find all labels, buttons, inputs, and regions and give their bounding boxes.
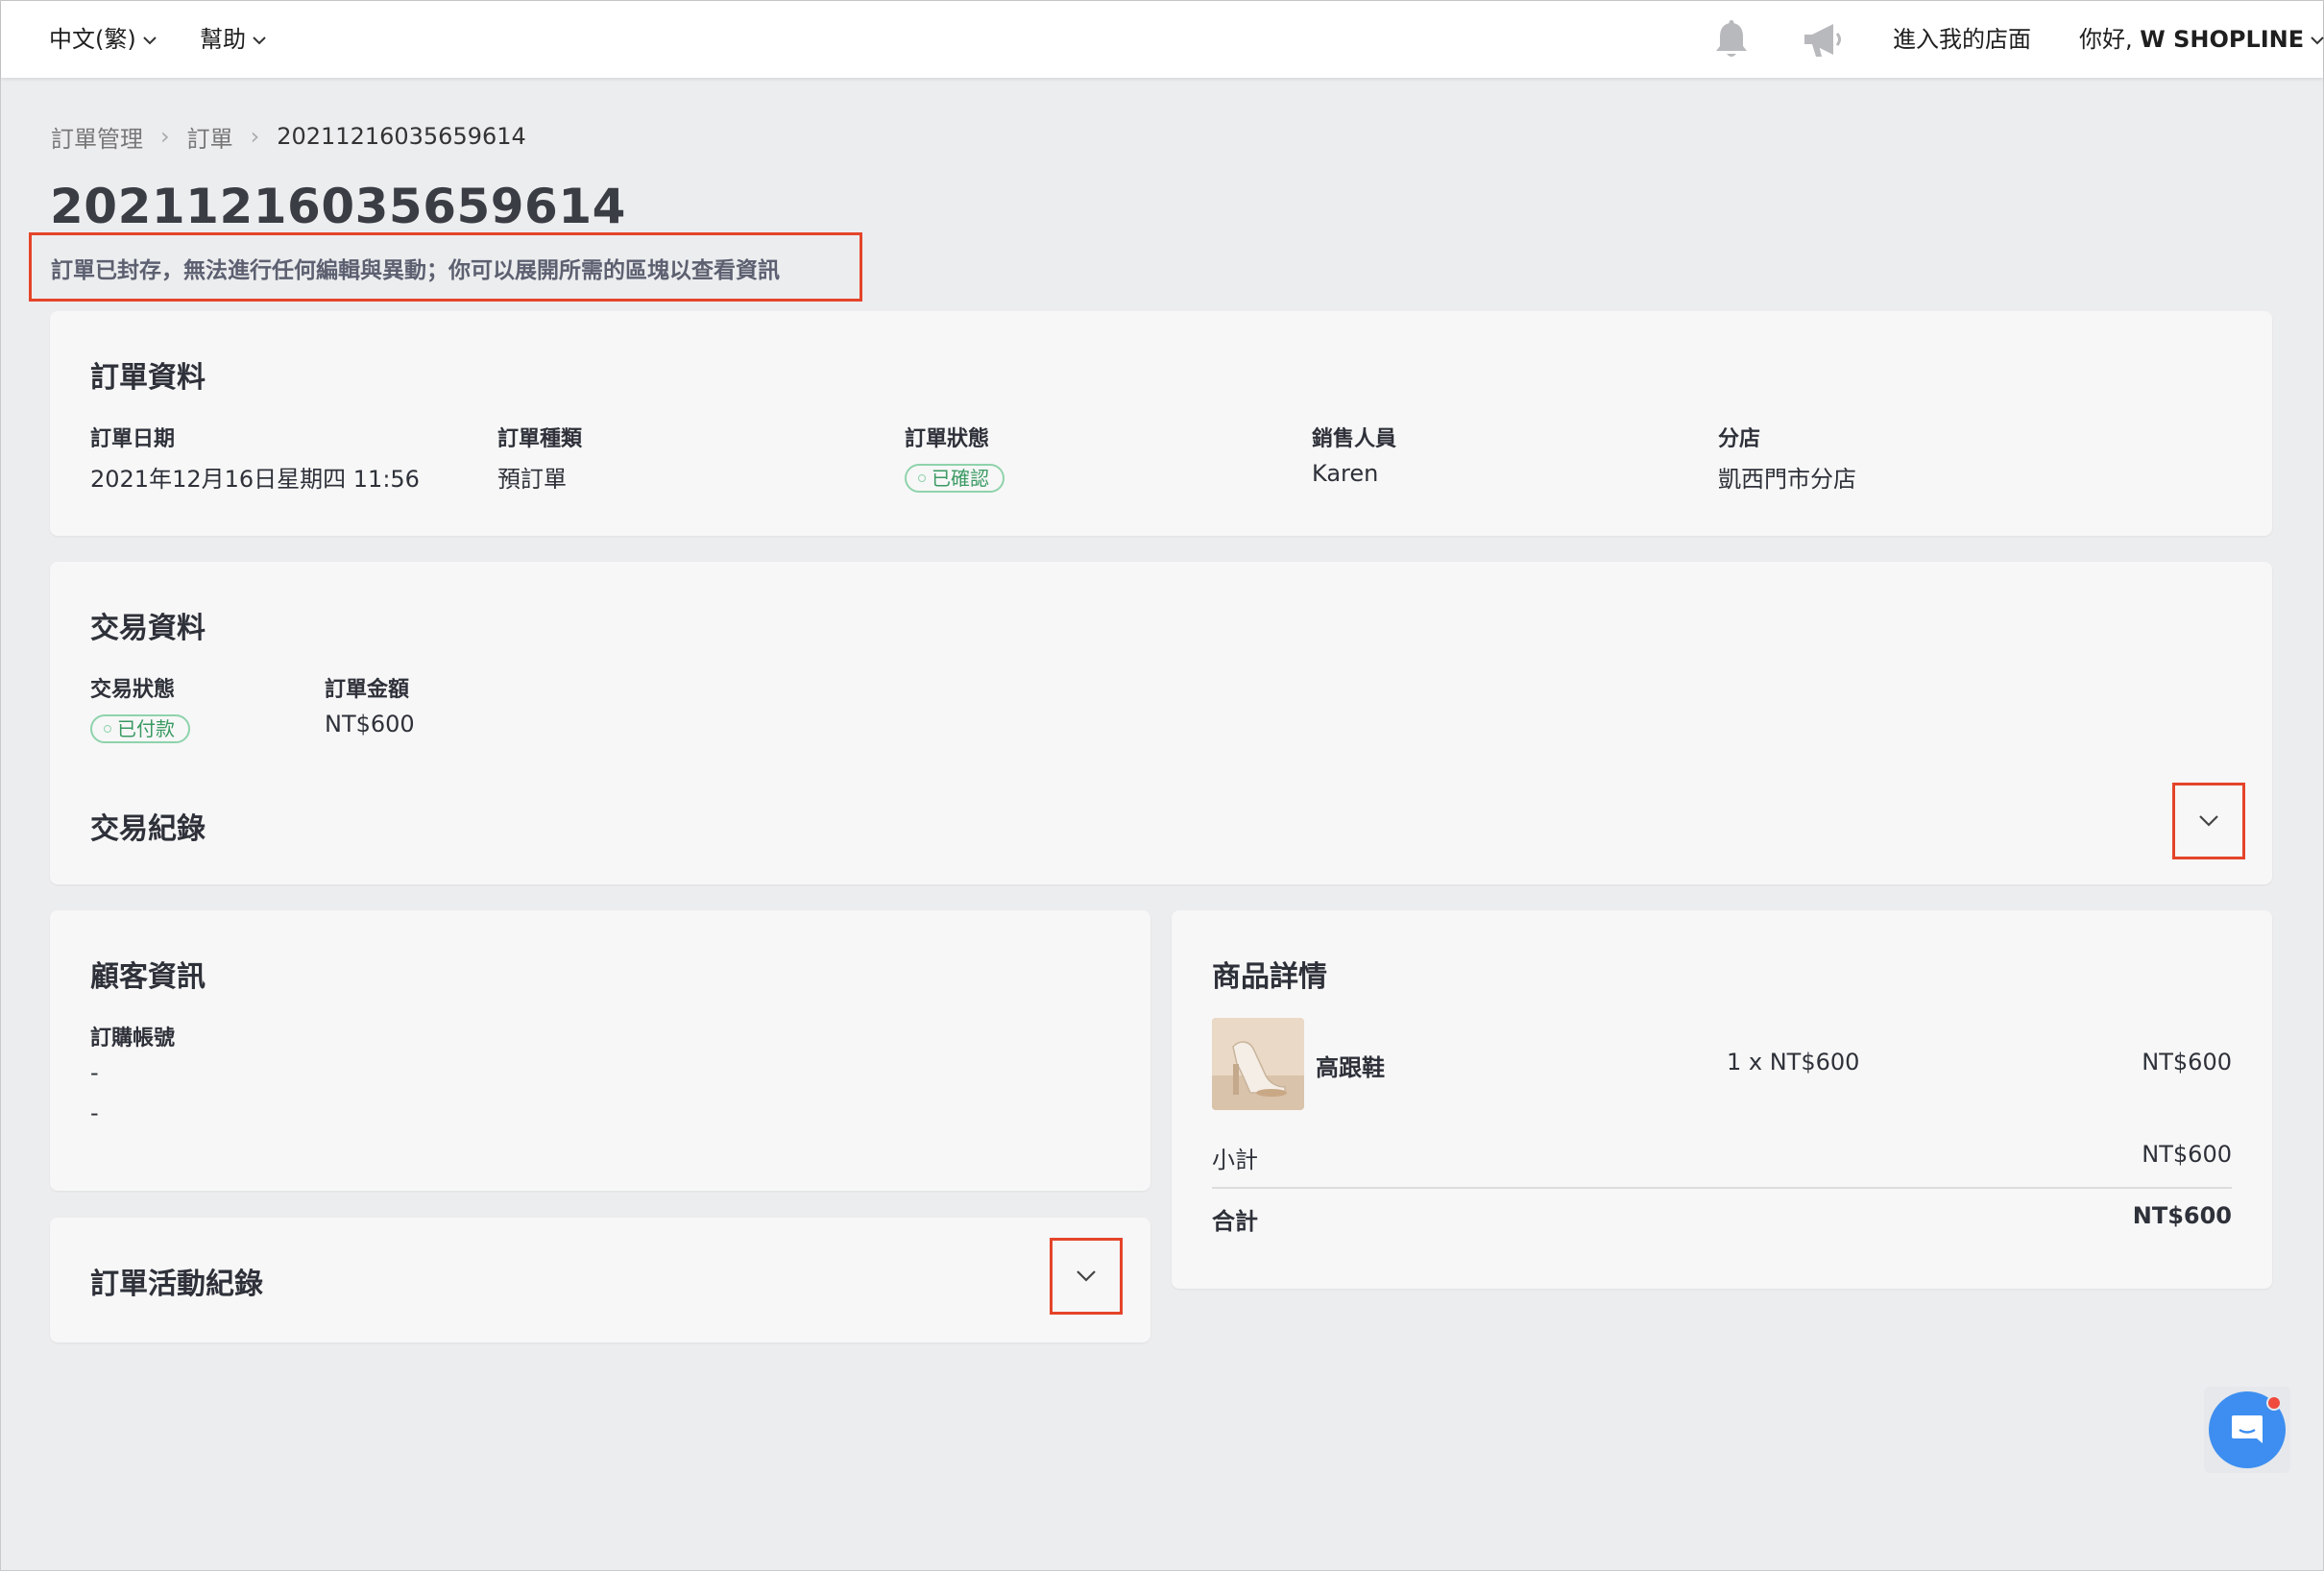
help-label: 幫助 [200, 26, 246, 53]
enter-store-link[interactable]: 進入我的店面 [1893, 22, 2031, 57]
product-line-total: NT$600 [2142, 1049, 2232, 1076]
product-qty-price: 1 x NT$600 [1727, 1049, 1860, 1076]
activity-log-expand-button[interactable] [1050, 1238, 1123, 1315]
order-status-label: 訂單狀態 [905, 427, 990, 451]
unread-dot [2266, 1395, 2282, 1411]
product-details-title: 商品詳情 [1212, 960, 1327, 994]
salesperson-value: Karen [1312, 460, 1379, 487]
greeting-text: 你好, [2079, 26, 2141, 53]
total-value: NT$600 [2132, 1202, 2232, 1229]
chat-icon [2232, 1415, 2263, 1443]
order-status-text: 已確認 [932, 467, 989, 490]
page-title: 20211216035659614 [50, 179, 626, 234]
status-dot-icon [918, 474, 926, 482]
customer-info-card: 顧客資訊 訂購帳號 - - [50, 910, 1150, 1191]
chat-launcher-button[interactable] [2204, 1387, 2290, 1473]
order-date-label: 訂單日期 [90, 427, 176, 451]
order-type-label: 訂單種類 [497, 427, 583, 451]
payment-status-text: 已付款 [117, 717, 175, 740]
transaction-info-card: 交易資料 交易狀態 已付款 訂單金額 NT$600 交易紀錄 [50, 562, 2272, 884]
order-status-badge: 已確認 [905, 464, 1005, 493]
customer-info-title: 顧客資訊 [90, 960, 206, 994]
transaction-info-title: 交易資料 [90, 612, 206, 645]
megaphone-icon[interactable] [1801, 18, 1845, 62]
total-label: 合計 [1212, 1208, 1258, 1235]
chevron-down-icon [143, 36, 157, 45]
product-name[interactable]: 高跟鞋 [1316, 1049, 1385, 1082]
subtotal-value: NT$600 [2142, 1141, 2232, 1168]
order-amount-label: 訂單金額 [325, 678, 410, 702]
user-name: W SHOPLINE [2140, 26, 2305, 53]
product-thumbnail[interactable] [1212, 1018, 1304, 1110]
order-info-title: 訂單資料 [90, 361, 206, 395]
transaction-log-title: 交易紀錄 [90, 812, 206, 846]
branch-label: 分店 [1718, 427, 1761, 451]
chevron-down-icon [2311, 36, 2324, 45]
order-type-value: 預訂單 [497, 466, 567, 493]
chevron-down-icon [1077, 1270, 1096, 1282]
breadcrumb: 訂單管理 › 訂單 › 20211216035659614 [51, 119, 526, 154]
archived-notice: 訂單已封存，無法進行任何編輯與異動；你可以展開所需的區塊以查看資訊 [51, 258, 780, 283]
help-menu[interactable]: 幫助 [200, 22, 267, 57]
branch-value: 凱西門市分店 [1718, 466, 1856, 493]
notification-bell-icon[interactable] [1709, 18, 1754, 62]
chevron-down-icon [253, 36, 266, 45]
account-label: 訂購帳號 [90, 1027, 176, 1051]
high-heel-image [1212, 1018, 1304, 1110]
top-navigation-bar: 中文(繁) 幫助 進入我的店面 你好, W SHOPLINE [1, 1, 2324, 78]
language-menu[interactable]: 中文(繁) [49, 22, 157, 57]
chat-bubble [2209, 1391, 2286, 1468]
subtotal-label: 小計 [1212, 1147, 1258, 1173]
user-menu[interactable]: 你好, W SHOPLINE [2079, 22, 2324, 57]
transaction-log-expand-button[interactable] [2172, 783, 2245, 859]
activity-log-card: 訂單活動紀錄 [50, 1218, 1150, 1342]
product-details-card: 商品詳情 高跟鞋 1 x NT$600 NT$600 小計 NT$600 合計 … [1172, 910, 2272, 1289]
breadcrumb-separator-icon: › [250, 123, 260, 150]
order-amount-value: NT$600 [325, 711, 415, 737]
divider [1212, 1187, 2232, 1189]
payment-status-badge: 已付款 [90, 714, 190, 743]
breadcrumb-order-management[interactable]: 訂單管理 [51, 120, 143, 154]
salesperson-label: 銷售人員 [1312, 427, 1397, 451]
customer-line-2: - [90, 1100, 99, 1126]
breadcrumb-orders[interactable]: 訂單 [187, 120, 233, 154]
order-date-value: 2021年12月16日星期四 11:56 [90, 466, 420, 493]
chevron-down-icon [2199, 815, 2218, 827]
status-dot-icon [104, 725, 111, 733]
customer-line-1: - [90, 1059, 99, 1086]
breadcrumb-current-order: 20211216035659614 [277, 123, 526, 150]
order-info-card: 訂單資料 訂單日期 2021年12月16日星期四 11:56 訂單種類 預訂單 … [50, 311, 2272, 536]
breadcrumb-separator-icon: › [160, 123, 170, 150]
transaction-status-label: 交易狀態 [90, 678, 176, 702]
activity-log-title: 訂單活動紀錄 [90, 1268, 263, 1301]
language-label: 中文(繁) [49, 26, 136, 53]
